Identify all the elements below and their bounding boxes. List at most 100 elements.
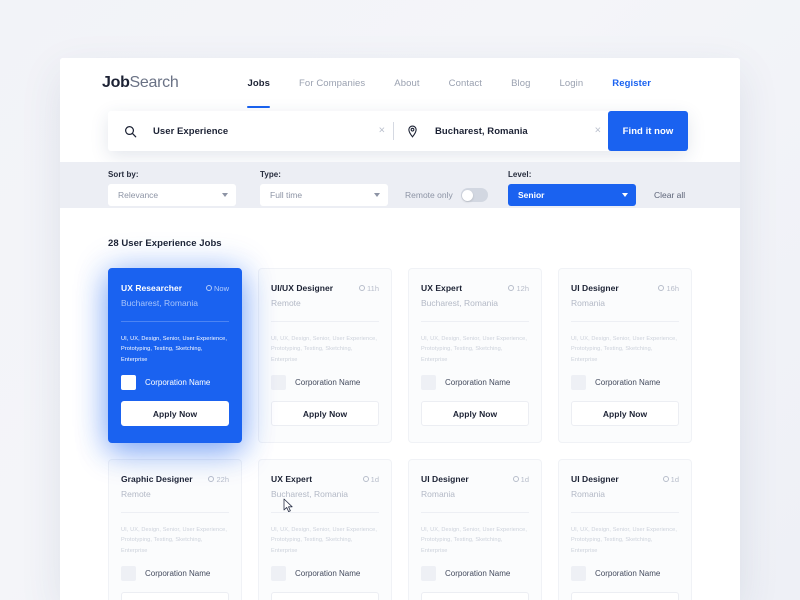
job-card-grid: UX Researcher Now Bucharest, Romania UI, UX… bbox=[108, 268, 740, 600]
job-card[interactable]: UI/UX Designer 11h Remote UI, UX, Design, S… bbox=[258, 268, 392, 443]
job-card[interactable]: UI Designer 1d Romania UI, UX, Design, Seni… bbox=[408, 459, 542, 600]
apply-now-button[interactable]: Apply Now bbox=[271, 592, 379, 600]
job-posted-time: Now bbox=[205, 283, 229, 293]
chevron-down-icon bbox=[622, 193, 628, 197]
apply-now-button[interactable]: Apply Now bbox=[271, 401, 379, 427]
job-card[interactable]: UI Designer 1d Romania UI, UX, Design, Seni… bbox=[558, 459, 692, 600]
job-location: Bucharest, Romania bbox=[271, 489, 349, 499]
location-search-value: Bucharest, Romania bbox=[435, 125, 528, 137]
job-title: UX Expert bbox=[271, 474, 313, 484]
company-name: Corporation Name bbox=[145, 569, 211, 579]
find-it-now-button[interactable]: Find it now bbox=[608, 111, 688, 151]
nav-item-for-companies[interactable]: For Companies bbox=[299, 58, 365, 108]
clock-icon bbox=[512, 476, 519, 482]
nav-item-login[interactable]: Login bbox=[559, 58, 583, 108]
job-company[interactable]: Corporation Name bbox=[421, 375, 529, 391]
job-posted-time-text: 1d bbox=[370, 474, 379, 484]
brand-logo-light: Search bbox=[129, 74, 179, 91]
job-clear-icon[interactable]: × bbox=[379, 125, 385, 137]
job-search-field[interactable]: User Experience × bbox=[108, 111, 393, 151]
apply-now-button[interactable]: Apply Now bbox=[121, 592, 229, 600]
results-section: 28 User Experience Jobs UX Researcher Now… bbox=[60, 208, 740, 600]
job-card[interactable]: Graphic Designer 22h Remote UI, UX, Design,… bbox=[108, 459, 242, 600]
clock-icon bbox=[658, 285, 665, 291]
site-header: JobSearch Jobs For Companies About Conta… bbox=[60, 58, 740, 108]
job-title: UI Designer bbox=[421, 474, 469, 484]
job-tags: UI, UX, Design, Senior, User Experience,… bbox=[121, 336, 227, 363]
job-card-header: UI Designer 1d bbox=[421, 474, 529, 484]
job-card-divider bbox=[571, 512, 679, 513]
type-label: Type: bbox=[260, 170, 281, 179]
job-card-header: UI/UX Designer 11h bbox=[271, 283, 379, 293]
job-posted-time-text: Now bbox=[213, 283, 229, 293]
job-company[interactable]: Corporation Name bbox=[271, 375, 379, 391]
job-posted-time-text: 1d bbox=[670, 474, 679, 484]
apply-now-button[interactable]: Apply Now bbox=[121, 401, 229, 427]
nav-item-blog[interactable]: Blog bbox=[511, 58, 530, 108]
job-card-header: UX Expert 1d bbox=[271, 474, 379, 484]
company-name: Corporation Name bbox=[295, 378, 361, 388]
job-tags: UI, UX, Design, Senior, User Experience,… bbox=[571, 527, 677, 554]
apply-now-button[interactable]: Apply Now bbox=[571, 592, 679, 600]
nav-item-register[interactable]: Register bbox=[612, 58, 651, 108]
company-name: Corporation Name bbox=[445, 378, 511, 388]
job-card[interactable]: UI Designer 16h Romania UI, UX, Design, Sen… bbox=[558, 268, 692, 443]
nav-item-contact[interactable]: Contact bbox=[449, 58, 482, 108]
clock-icon bbox=[362, 476, 369, 482]
job-company[interactable]: Corporation Name bbox=[121, 375, 229, 391]
clear-all-button[interactable]: Clear all bbox=[654, 184, 685, 206]
apply-now-button[interactable]: Apply Now bbox=[421, 401, 529, 427]
sort-by-label: Sort by: bbox=[108, 170, 139, 179]
job-company[interactable]: Corporation Name bbox=[571, 375, 679, 391]
brand-logo-bold: Job bbox=[102, 74, 130, 91]
job-location: Remote bbox=[121, 489, 151, 499]
level-select[interactable]: Senior bbox=[508, 184, 636, 206]
location-clear-icon[interactable]: × bbox=[595, 125, 601, 137]
job-posted-time: 1d bbox=[362, 474, 379, 484]
job-posted-time-text: 11h bbox=[367, 283, 379, 293]
job-card-header: Graphic Designer 22h bbox=[121, 474, 229, 484]
nav-item-about[interactable]: About bbox=[394, 58, 419, 108]
job-company[interactable]: Corporation Name bbox=[571, 566, 679, 582]
clock-icon bbox=[359, 285, 366, 291]
remote-only-toggle[interactable]: Remote only bbox=[405, 184, 488, 206]
clock-icon bbox=[205, 285, 212, 291]
company-name: Corporation Name bbox=[295, 569, 361, 579]
job-company[interactable]: Corporation Name bbox=[271, 566, 379, 582]
job-location: Bucharest, Romania bbox=[121, 298, 199, 308]
job-card[interactable]: UX Researcher Now Bucharest, Romania UI, UX… bbox=[108, 268, 242, 443]
job-card-header: UI Designer 16h bbox=[571, 283, 679, 293]
level-value: Senior bbox=[518, 190, 545, 200]
apply-now-button[interactable]: Apply Now bbox=[421, 592, 529, 600]
job-tags: UI, UX, Design, Senior, User Experience,… bbox=[271, 527, 377, 554]
job-card[interactable]: UX Expert 1d Bucharest, Romania UI, UX, Des… bbox=[258, 459, 392, 600]
company-logo bbox=[421, 375, 436, 391]
apply-now-button[interactable]: Apply Now bbox=[571, 401, 679, 427]
job-company[interactable]: Corporation Name bbox=[121, 566, 229, 582]
job-tags: UI, UX, Design, Senior, User Experience,… bbox=[571, 336, 677, 363]
company-logo bbox=[121, 566, 136, 582]
job-posted-time: 1d bbox=[512, 474, 529, 484]
job-posted-time: 22h bbox=[208, 475, 229, 484]
sort-by-select[interactable]: Relevance bbox=[108, 184, 236, 206]
job-location: Romania bbox=[421, 489, 456, 499]
job-card-divider bbox=[271, 321, 379, 322]
job-posted-time-text: 1d bbox=[520, 474, 529, 484]
job-card-divider bbox=[421, 321, 529, 322]
toggle-track[interactable] bbox=[460, 188, 488, 202]
job-card-header: UX Expert 12h bbox=[421, 283, 529, 293]
job-title: Graphic Designer bbox=[121, 474, 193, 484]
job-posted-time-text: 22h bbox=[216, 474, 229, 484]
location-search-field[interactable]: Bucharest, Romania × bbox=[394, 111, 609, 151]
remote-only-label: Remote only bbox=[405, 190, 453, 200]
nav-item-jobs[interactable]: Jobs bbox=[247, 58, 270, 108]
type-select[interactable]: Full time bbox=[260, 184, 388, 206]
job-company[interactable]: Corporation Name bbox=[421, 566, 529, 582]
company-name: Corporation Name bbox=[595, 378, 661, 388]
job-card-divider bbox=[421, 512, 529, 513]
brand-logo[interactable]: JobSearch bbox=[102, 74, 179, 92]
job-location: Romania bbox=[571, 298, 606, 308]
job-posted-time: 12h bbox=[508, 284, 529, 293]
company-logo bbox=[421, 566, 436, 582]
job-card[interactable]: UX Expert 12h Bucharest, Romania UI, UX, De… bbox=[408, 268, 542, 443]
